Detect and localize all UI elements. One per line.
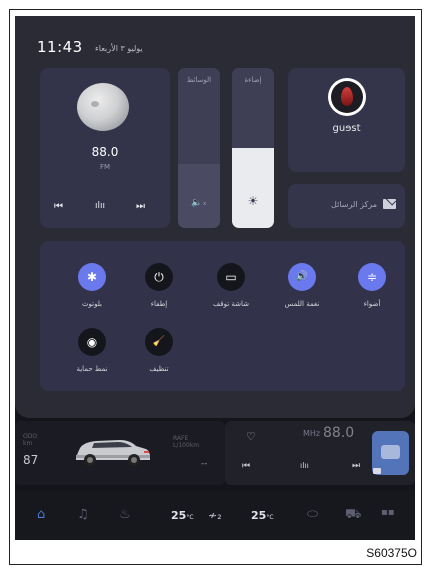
tile-protection-mode[interactable]: ◉ نمط حماية (56, 328, 128, 373)
driver-temperature[interactable]: 25°C (171, 509, 194, 522)
fan-speed-icon[interactable]: ≁₂ (208, 509, 222, 522)
clock: 11:43 (37, 38, 83, 56)
mute-icon: 🔈ₓ (191, 198, 207, 208)
avatar (328, 78, 366, 116)
apps-grid-icon[interactable]: ▪▪ (381, 507, 395, 518)
figure-code: S60375O (366, 546, 417, 560)
waveform-icon[interactable]: ılıı (300, 461, 309, 470)
tile-bluetooth[interactable]: ✱ بلوتوث (56, 263, 128, 308)
favorite-heart-icon[interactable]: ♡ (246, 430, 256, 443)
rear-defrost-icon[interactable]: ♨ (119, 507, 131, 522)
tile-label: نغمة اللمس (284, 300, 320, 308)
message-center-button[interactable]: مركز الرسائل (288, 184, 405, 228)
next-track-icon[interactable]: ⏭ (136, 201, 145, 212)
lights-icon: ≑ (358, 263, 386, 291)
eye-shield-icon: ◉ (78, 328, 106, 356)
vehicle-status-card[interactable]: ODO km 87 RAFE L/100km -- (15, 421, 225, 485)
tile-power-off[interactable]: ⏻ إطفاء (123, 263, 195, 308)
vehicle-icon[interactable]: ⛟ (345, 507, 361, 524)
tile-cleaning[interactable]: 🧹 تنظيف (123, 328, 195, 373)
frequency-unit: MHz (303, 429, 321, 438)
home-icon[interactable]: ⌂ (37, 507, 45, 522)
fuel-consumption-label: RAFE L/100km (173, 435, 200, 449)
tile-label: نمط حماية (76, 365, 108, 373)
tile-label: أضواء (363, 300, 381, 308)
odometer-label: ODO km (23, 433, 38, 447)
envelope-icon (383, 199, 396, 209)
head-unit-screen: 11:43 يوليو ٣ الأربعاء 88.0 FM ⏮ ılıı ⏭ … (15, 16, 415, 540)
passenger-temperature[interactable]: 25°C (251, 509, 274, 522)
tile-screensaver[interactable]: ▭ شاشة توقف (195, 263, 267, 308)
odometer-value: 87 (23, 453, 39, 467)
control-center-panel: 11:43 يوليو ٣ الأربعاء 88.0 FM ⏮ ılıı ⏭ … (15, 16, 415, 418)
waveform-icon[interactable]: ılıı (95, 201, 105, 211)
quick-settings-grid: ✱ بلوتوث ⏻ إطفاء ▭ شاشة توقف 🔊 نغمة اللم… (40, 241, 405, 391)
tile-label: إطفاء (150, 300, 168, 308)
tile-lights[interactable]: ≑ أضواء (336, 263, 408, 308)
tile-label: بلوتوث (81, 300, 103, 308)
brand-logo-icon (331, 81, 363, 113)
tile-label: شاشة توقف (213, 300, 249, 308)
brightness-fill (232, 148, 274, 228)
media-volume-label: الوسائط (186, 76, 212, 84)
message-center-label: مركز الرسائل (331, 200, 377, 209)
next-station-icon[interactable]: ⏭ (352, 461, 360, 471)
media-volume-slider[interactable]: الوسائط 🔈ₓ (178, 68, 220, 228)
bluetooth-icon: ✱ (78, 263, 106, 291)
power-icon: ⏻ (145, 263, 173, 291)
media-frequency: 88.0 (91, 145, 119, 159)
screen-icon: ▭ (217, 263, 245, 291)
user-profile-card[interactable]: guɘst (288, 68, 405, 172)
brightness-label: إضاءة (244, 76, 262, 84)
tile-label: تنظيف (149, 365, 169, 373)
date: يوليو ٣ الأربعاء (95, 44, 143, 53)
media-card[interactable]: 88.0 FM ⏮ ılıı ⏭ (40, 68, 170, 228)
bottom-dock: ⌂ ♫ ♨ 25°C ≁₂ 25°C ⬭ ⛟ ▪▪ (15, 490, 415, 540)
fuel-consumption-value: -- (201, 459, 208, 469)
album-art-moon (77, 83, 129, 131)
media-volume-fill (178, 164, 220, 228)
previous-track-icon[interactable]: ⏮ (54, 201, 63, 212)
previous-station-icon[interactable]: ⏮ (242, 461, 250, 471)
sun-icon: ☀ (247, 194, 259, 208)
media-band: FM (99, 163, 111, 171)
brightness-slider[interactable]: إضاءة ☀ (232, 68, 274, 228)
radio-badge-icon (373, 468, 381, 474)
speaker-icon: 🔊 (288, 263, 316, 291)
radio-widget[interactable]: ♡ MHz 88.0 ⏮ ılıı ⏭ (225, 421, 415, 485)
tile-touch-tone[interactable]: 🔊 نغمة اللمس (266, 263, 338, 308)
car-image (76, 440, 150, 466)
car-view-icon[interactable]: ⬭ (307, 507, 318, 522)
music-icon[interactable]: ♫ (77, 507, 89, 522)
username: guɘst (332, 123, 361, 134)
radio-frequency: 88.0 (323, 425, 355, 441)
broom-icon: 🧹 (145, 328, 173, 356)
